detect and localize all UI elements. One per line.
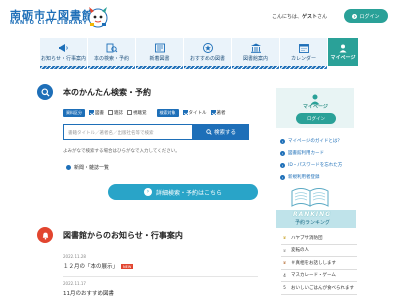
book-search-icon xyxy=(106,43,117,53)
sidebar-link-register[interactable]: › 新規利用者登録 xyxy=(280,171,342,183)
sidebar-link-mypage-guide[interactable]: › マイページのガイドとは？ xyxy=(280,135,342,147)
ranking-row[interactable]: ♛ ハヤブサ消防団 xyxy=(281,232,357,245)
news-title[interactable]: 11月のおすすめ図書 xyxy=(63,289,114,297)
logo-subtitle: NANTO CITY LIBRARY xyxy=(10,20,88,26)
chevron-right-icon: › xyxy=(280,162,285,168)
chevron-right-icon: › xyxy=(280,174,285,180)
ranking-list: ♛ ハヤブサ消防団 ♛ 変転の人 ♛ ＃真相をお話しします 4 マスカレード・ゲーム 5… xyxy=(281,232,357,295)
news-title[interactable]: １２月の「本の展示」 NEW xyxy=(63,262,134,270)
newspaper-list-link[interactable]: 新聞・雑誌一覧 xyxy=(66,164,109,171)
rank-number: 5 xyxy=(283,285,286,291)
filter-target-label: 検索対象 xyxy=(156,109,179,117)
sidebar-links: › マイページのガイドとは？ › 図書館利用カード › ID・パスワードを忘れた方 ›… xyxy=(280,135,342,183)
advanced-search-button[interactable]: › 詳細検索・予約はこちら xyxy=(108,184,258,200)
news-item[interactable]: 2022.11.17 11月のおすすめ図書 xyxy=(63,281,114,297)
search-button[interactable]: 検索する xyxy=(193,124,249,140)
new-badge: NEW xyxy=(121,264,134,269)
ranking-row[interactable]: 5 おいしいごはんが食べられます xyxy=(281,282,357,295)
user-icon xyxy=(339,44,347,53)
sidebar-link-library-card[interactable]: › 図書館利用カード xyxy=(280,147,342,159)
filter-target-title[interactable]: タイトル xyxy=(182,110,207,116)
nav-item-mypage[interactable]: マイページ xyxy=(328,38,358,66)
ranking-row[interactable]: 4 マスカレード・ゲーム xyxy=(281,270,357,282)
nav-item-library-guide[interactable]: 図書館案内 xyxy=(232,38,280,69)
building-icon xyxy=(250,43,261,53)
arrow-right-icon: › xyxy=(143,188,152,196)
nav-item-book-search[interactable]: 本の検索・予約 xyxy=(88,38,136,69)
sidebar-login-button[interactable]: ログイン xyxy=(296,113,336,124)
checkbox-icon xyxy=(182,110,188,115)
ranking-row[interactable]: ♛ 変転の人 xyxy=(281,245,357,257)
search-section-header: 本のかんたん検索・予約 xyxy=(37,84,151,100)
filter-type-book[interactable]: 図書 xyxy=(89,110,104,116)
arrow-right-icon xyxy=(352,13,358,19)
search-input[interactable]: 書籍タイトル／著者名／出版社名等で検索 xyxy=(63,124,193,140)
news-section-title: 図書館からのお知らせ・行事案内 xyxy=(63,230,183,240)
recommend-icon xyxy=(202,43,213,53)
global-nav: お知らせ・行事案内 本の検索・予約 新着図書 おすすめの図書 図書館案内 カレン… xyxy=(40,38,328,69)
new-books-icon xyxy=(154,43,165,53)
open-book-icon xyxy=(291,188,329,207)
megaphone-icon xyxy=(58,44,68,52)
crown-icon: ♛ xyxy=(282,260,287,266)
rank-number: 4 xyxy=(283,272,286,278)
search-icon xyxy=(37,84,53,100)
news-section-header: 図書館からのお知らせ・行事案内 xyxy=(37,227,183,243)
ranking-title: 予約ランキング xyxy=(295,220,330,226)
news-date: 2022.11.28 xyxy=(63,254,86,259)
filter-target-author[interactable]: 著者 xyxy=(210,110,226,116)
chevron-right-icon: › xyxy=(280,138,285,144)
checkbox-icon xyxy=(210,110,216,115)
sidebar-link-forgot-password[interactable]: › ID・パスワードを忘れた方 xyxy=(280,159,342,171)
checkbox-icon xyxy=(89,110,94,115)
calendar-icon xyxy=(298,44,309,53)
search-icon xyxy=(206,129,212,135)
news-item[interactable]: 2022.11.28 １２月の「本の展示」 NEW xyxy=(63,254,134,270)
mascot-icon xyxy=(88,7,108,28)
search-filters: 資料区分 図書 雑誌 視聴覚 検索対象 タイトル 著者 xyxy=(63,109,226,117)
filter-type-magazine[interactable]: 雑誌 xyxy=(108,110,123,116)
news-date: 2022.11.17 xyxy=(63,281,86,286)
filter-type-av[interactable]: 視聴覚 xyxy=(127,110,147,116)
nav-item-calendar[interactable]: カレンダー xyxy=(280,38,328,69)
header-login-button[interactable]: ログイン xyxy=(344,9,388,23)
nav-item-news[interactable]: お知らせ・行事案内 xyxy=(40,38,88,69)
checkbox-icon xyxy=(108,110,113,115)
checkbox-icon xyxy=(127,110,132,115)
divider xyxy=(63,276,258,277)
mypage-label: マイページ xyxy=(303,104,328,110)
filter-type-label: 資料区分 xyxy=(63,109,85,117)
search-hint: よみがなで検索する場合はひらがなで入力してください。 xyxy=(63,149,180,154)
ranking-title-en: RANKING xyxy=(293,211,332,218)
search-section-title: 本のかんたん検索・予約 xyxy=(63,87,151,97)
bell-icon xyxy=(37,227,53,243)
crown-icon: ♛ xyxy=(282,235,287,241)
chevron-right-icon: › xyxy=(280,150,285,156)
ranking-row[interactable]: ♛ ＃真相をお話しします xyxy=(281,257,357,270)
crown-icon: ♛ xyxy=(282,247,287,253)
greeting-text: こんにちは、ゲストさん xyxy=(272,14,328,20)
site-header: 南砺市立図書館 NANTO CITY LIBRARY こんにちは、ゲストさん ロ… xyxy=(0,0,400,36)
nav-item-new-books[interactable]: 新着図書 xyxy=(136,38,184,69)
nav-item-recommended[interactable]: おすすめの図書 xyxy=(184,38,232,69)
